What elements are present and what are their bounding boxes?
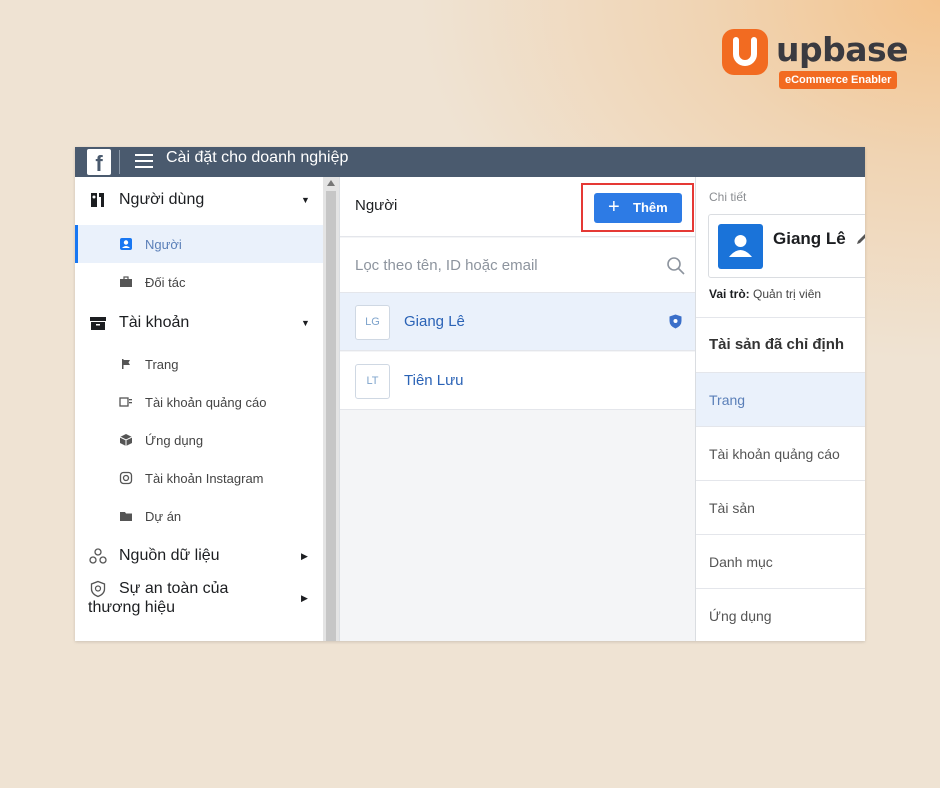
person-row[interactable]: LG Giang Lê: [340, 293, 696, 351]
search-input[interactable]: Lọc theo tên, ID hoặc email: [355, 257, 538, 274]
sidebar-item-label: Đối tác: [145, 274, 186, 290]
brand-tagline: eCommerce Enabler: [779, 71, 898, 89]
sidebar-section-data-sources[interactable]: Nguồn dữ liệu ▶: [75, 539, 323, 573]
sidebar: Người dùng ▼ Người Đối tác Tài khoản ▼ T…: [75, 177, 323, 641]
person-card: Giang Lê: [708, 214, 865, 278]
divider: [119, 150, 120, 174]
sidebar-item-instagram[interactable]: Tài khoản Instagram: [75, 459, 323, 497]
profile-picture-icon: [718, 224, 763, 269]
person-row[interactable]: LT Tiên Lưu: [340, 352, 696, 410]
sidebar-item-label: Người: [145, 236, 182, 252]
assigned-assets-title: Tài sản đã chỉ định: [709, 336, 845, 353]
asset-tab-catalogs[interactable]: Danh mục: [696, 535, 865, 589]
detail-pane: Chi tiết Giang Lê Vai trò: Quản trị viên…: [695, 177, 865, 641]
sidebar-item-partners[interactable]: Đối tác: [75, 263, 323, 301]
detail-person-name: Giang Lê: [773, 229, 846, 248]
highlight-box: + Thêm: [581, 183, 694, 232]
asset-tab-assets[interactable]: Tài sản: [696, 481, 865, 535]
ad-account-icon: [119, 395, 133, 409]
asset-tab-label: Trang: [709, 392, 746, 408]
caret-right-icon: ▶: [301, 592, 308, 603]
detail-label: Chi tiết: [709, 190, 747, 204]
data-sources-icon: [88, 546, 108, 566]
people-header: Người + Thêm: [340, 177, 696, 237]
people-title: Người: [355, 197, 398, 214]
sidebar-scrollbar[interactable]: [323, 177, 339, 641]
role-line: Vai trò: Quản trị viên: [709, 287, 821, 301]
person-name: Giang Lê: [404, 313, 465, 330]
scroll-up-icon[interactable]: [327, 180, 335, 186]
people-pane: Người + Thêm Lọc theo tên, ID hoặc email…: [339, 177, 696, 641]
asset-tab-label: Tài sản: [709, 500, 755, 516]
upbase-mark-icon: [722, 29, 768, 75]
people-filter[interactable]: Lọc theo tên, ID hoặc email: [340, 238, 696, 293]
box-icon: [88, 313, 108, 333]
asset-tab-ad-accounts[interactable]: Tài khoản quảng cáo: [696, 427, 865, 481]
upbase-logo: upbase eCommerce Enabler: [722, 27, 909, 91]
asset-tab-label: Danh mục: [709, 554, 773, 570]
sidebar-section-users[interactable]: Người dùng ▼: [75, 183, 323, 217]
sidebar-section-label: Người dùng: [119, 191, 205, 208]
person-name: Tiên Lưu: [404, 372, 464, 389]
sidebar-section-label: Nguồn dữ liệu: [119, 547, 220, 564]
sidebar-section-label: Sự an toàn của thương hiệu: [88, 580, 229, 616]
avatar: LT: [355, 364, 390, 399]
sidebar-section-label: Tài khoản: [119, 314, 190, 331]
asset-tab-pages[interactable]: Trang: [696, 373, 865, 427]
cube-icon: [119, 433, 133, 447]
plus-icon: +: [608, 196, 620, 218]
sidebar-item-label: Tài khoản Instagram: [145, 470, 264, 486]
sidebar-item-pages[interactable]: Trang: [75, 345, 323, 383]
asset-tab-label: Tài khoản quảng cáo: [709, 446, 840, 462]
sidebar-item-people[interactable]: Người: [75, 225, 323, 263]
asset-tab-label: Ứng dụng: [709, 608, 772, 624]
add-button-label: Thêm: [633, 200, 668, 215]
search-icon[interactable]: [666, 256, 686, 276]
sidebar-item-apps[interactable]: Ứng dụng: [75, 421, 323, 459]
sidebar-item-projects[interactable]: Dự án: [75, 497, 323, 535]
page-title: Cài đặt cho doanh nghiệp: [166, 149, 349, 166]
sidebar-item-label: Tài khoản quảng cáo: [145, 394, 267, 410]
scrollbar-thumb[interactable]: [326, 191, 336, 641]
asset-tab-apps[interactable]: Ứng dụng: [696, 589, 865, 641]
facebook-logo-icon[interactable]: f: [87, 149, 111, 175]
role-value: Quản trị viên: [753, 287, 822, 301]
sidebar-item-ad-accounts[interactable]: Tài khoản quảng cáo: [75, 383, 323, 421]
instagram-icon: [119, 471, 133, 485]
brand-name: upbase: [776, 30, 909, 69]
top-bar: f Cài đặt cho doanh nghiệp: [75, 147, 865, 177]
users-icon: [88, 190, 108, 210]
hamburger-menu-icon[interactable]: [135, 154, 153, 168]
briefcase-icon: [119, 275, 133, 289]
sidebar-section-accounts[interactable]: Tài khoản ▼: [75, 306, 323, 340]
flag-icon: [119, 357, 133, 371]
sidebar-item-label: Ứng dụng: [145, 432, 204, 448]
sidebar-item-label: Trang: [145, 356, 179, 372]
add-person-button[interactable]: + Thêm: [594, 193, 682, 223]
person-icon: [119, 237, 133, 251]
caret-down-icon: ▼: [301, 195, 310, 205]
avatar: LG: [355, 305, 390, 340]
sidebar-item-label: Dự án: [145, 508, 182, 524]
caret-down-icon: ▼: [301, 318, 310, 328]
caret-right-icon: ▶: [301, 550, 308, 561]
business-settings-window: f Cài đặt cho doanh nghiệp Người dùng ▼ …: [75, 147, 865, 641]
admin-shield-icon: [669, 314, 682, 329]
assigned-assets-header: Tài sản đã chỉ định: [696, 317, 865, 373]
edit-pencil-icon[interactable]: [855, 232, 865, 246]
sidebar-section-brand-safety[interactable]: Sự an toàn của thương hiệu ▶: [75, 575, 323, 621]
folder-icon: [119, 509, 133, 523]
role-label: Vai trò:: [709, 287, 750, 301]
